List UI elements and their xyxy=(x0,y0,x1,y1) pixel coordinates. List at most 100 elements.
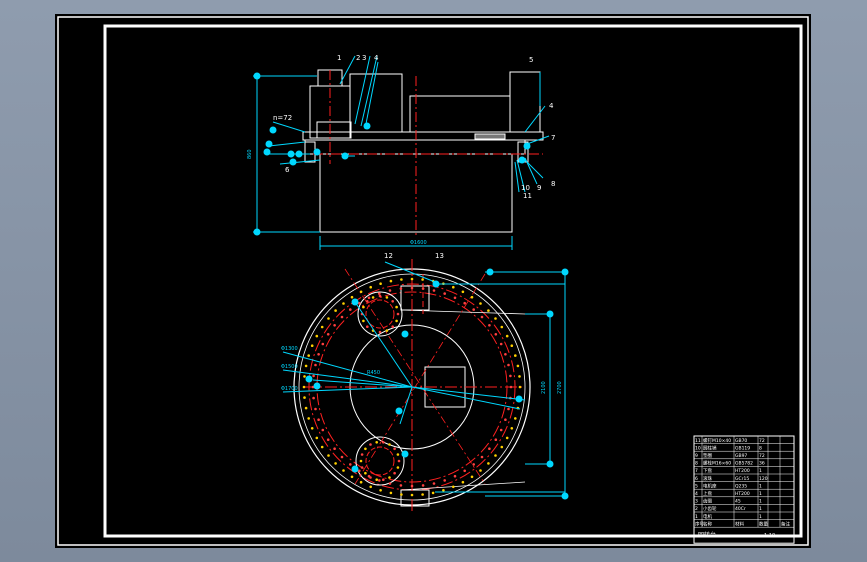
bolt-hole xyxy=(315,436,319,440)
dim-text: Φ1300 xyxy=(281,346,298,352)
gear-hole xyxy=(369,443,372,446)
gear-hole xyxy=(375,478,379,482)
title-block-cell: 1 xyxy=(759,483,762,489)
title-block-cell: 8 xyxy=(759,445,762,451)
top-view-dimensions xyxy=(282,261,566,497)
bolt-hole xyxy=(379,282,382,286)
bolt-hole xyxy=(421,278,424,281)
part-label: 2 xyxy=(356,54,360,62)
dim-text: R450 xyxy=(367,370,380,376)
top-block xyxy=(400,285,430,311)
part-label: 5 xyxy=(529,56,533,64)
title-block-cell: 垫圈 xyxy=(703,452,712,459)
bolt-hole xyxy=(480,315,484,319)
bolt-hole xyxy=(304,406,308,410)
bolt-hole xyxy=(432,482,436,485)
title-block-name: 回转台 xyxy=(698,531,716,539)
gear-hole xyxy=(391,325,395,329)
bolt-hole xyxy=(421,484,425,487)
bolt-hole xyxy=(518,385,522,389)
title-block-cell: 电机 xyxy=(703,513,712,520)
title-block-cell: 1 xyxy=(759,468,762,474)
bolt-hole xyxy=(350,475,354,479)
title-block-cell: 螺栓M16×60 xyxy=(703,460,731,467)
bolt-hole xyxy=(333,324,336,327)
bolt-hole xyxy=(516,364,520,368)
bolt-hole xyxy=(303,375,306,378)
thread-note: n=72 xyxy=(273,114,292,122)
bolt-hole xyxy=(505,334,509,338)
cad-viewport[interactable]: 1 2 3 4 5 4 7 8 9 10 11 6 n=72 Φ1600 860 xyxy=(55,14,811,548)
bolt-hole xyxy=(327,317,330,320)
bolt-hole xyxy=(378,292,381,295)
title-block-cell: 小齿轮 xyxy=(703,505,717,512)
gear-hole xyxy=(378,330,382,334)
bolt-hole xyxy=(326,333,330,336)
gear-hole xyxy=(396,312,400,316)
title-block-cell: 9 xyxy=(695,453,698,459)
title-block-cell: GB5782 xyxy=(735,461,753,467)
part-label: 12 xyxy=(384,252,393,260)
top-plate-hatch xyxy=(474,133,506,140)
title-block-cell: GB97 xyxy=(735,453,747,459)
bolt-hole xyxy=(317,353,320,356)
bolt-hole xyxy=(505,436,509,440)
title-block: 11 螺钉M10×40 GB70 7210 圆柱销 GB119 89 垫圈 GB97 728 螺栓M… xyxy=(693,435,795,544)
bolt-hole xyxy=(470,295,474,299)
title-block-cell: 圆柱销 xyxy=(703,444,717,451)
title-block-cell: 36 xyxy=(759,461,765,467)
top-plate xyxy=(302,131,544,141)
bolt-hole xyxy=(499,428,503,432)
gear-hole xyxy=(391,300,395,303)
bolt-hole xyxy=(488,324,491,327)
bolt-hole xyxy=(463,469,467,473)
gear-hole xyxy=(366,300,369,303)
bolt-hole xyxy=(494,317,497,320)
bolt-hole xyxy=(400,493,403,496)
bolt-hole xyxy=(307,417,310,420)
bolt-hole xyxy=(514,354,517,357)
cad-drawing: 1 2 3 4 5 4 7 8 9 10 11 6 n=72 Φ1600 860 xyxy=(57,16,809,546)
gear-hole xyxy=(360,453,364,456)
bolt-hole xyxy=(443,292,447,295)
bolt-hole xyxy=(359,290,363,294)
bolt-hole xyxy=(389,279,393,283)
gear-hole xyxy=(396,453,400,456)
bolt-hole xyxy=(463,301,467,305)
bolt-hole xyxy=(488,447,491,451)
bolt-hole xyxy=(472,308,476,311)
bolt-hole xyxy=(304,364,308,368)
bolt-hole xyxy=(399,484,403,487)
title-block-ratio: 1:10 xyxy=(764,533,775,539)
title-block-cell: GB70 xyxy=(735,438,747,444)
gear-hole xyxy=(369,476,372,479)
title-block-cell: 备注 xyxy=(781,520,790,527)
title-block-cell: 11 xyxy=(695,438,701,444)
bolt-hole xyxy=(321,428,325,432)
top-view-labels: 12 13 xyxy=(384,252,444,260)
part-label: 13 xyxy=(435,252,444,260)
part-label: 4 xyxy=(374,54,379,62)
gear-hole xyxy=(395,305,398,309)
title-block-cell: 45 xyxy=(735,499,741,505)
bottom-block xyxy=(400,489,430,507)
bolt-hole xyxy=(509,385,513,389)
bolt-hole xyxy=(487,462,490,465)
bolt-hole xyxy=(303,396,306,399)
title-block-cell: GB119 xyxy=(735,445,750,451)
bolt-hole xyxy=(388,289,392,292)
part-label: 4 xyxy=(549,102,554,110)
gear-hole xyxy=(385,329,389,332)
bolt-hole xyxy=(315,334,319,338)
bolt-hole xyxy=(399,287,403,290)
bolt-hole xyxy=(410,277,414,281)
bolt-hole xyxy=(379,489,382,492)
title-block-cell: 2 xyxy=(695,506,698,512)
bolt-hole xyxy=(369,485,373,489)
middle-plate xyxy=(304,139,526,155)
side-view xyxy=(302,69,544,233)
bolt-hole xyxy=(509,374,512,378)
bolt-hole xyxy=(369,285,373,289)
bolt-hole xyxy=(518,375,521,378)
bolt-hole xyxy=(310,344,314,348)
